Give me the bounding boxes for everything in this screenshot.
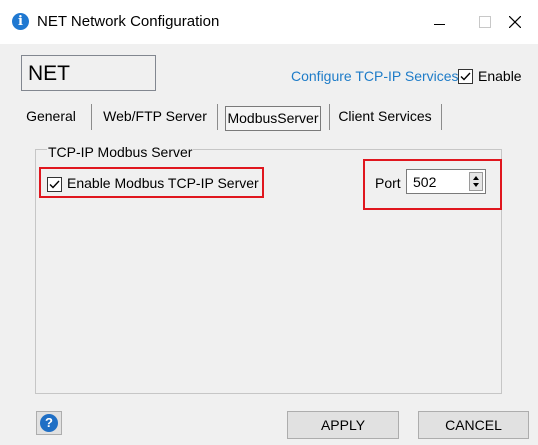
minimize-button[interactable] — [416, 0, 462, 44]
tab-modbus-server[interactable]: ModbusServer — [225, 106, 321, 131]
title-bar: i NET Network Configuration — [0, 0, 538, 44]
apply-button[interactable]: APPLY — [287, 411, 399, 439]
tab-divider — [91, 104, 92, 130]
cancel-button[interactable]: CANCEL — [418, 411, 529, 439]
highlight-box — [363, 159, 502, 210]
dialog-body: NET Configure TCP-IP Services Enable Gen… — [0, 44, 538, 445]
name-field[interactable]: NET — [21, 55, 156, 91]
help-icon: ? — [40, 414, 58, 432]
info-icon: i — [12, 13, 29, 30]
tab-bar: General Web/FTP Server ModbusServer Clie… — [0, 102, 538, 132]
checkmark-icon — [460, 72, 471, 81]
tab-client-services[interactable]: Client Services — [336, 102, 434, 132]
window-title: NET Network Configuration — [37, 13, 220, 30]
minimize-icon — [433, 23, 445, 25]
maximize-icon — [479, 16, 491, 28]
tab-divider — [441, 104, 442, 130]
tab-divider — [329, 104, 330, 130]
close-icon — [509, 16, 521, 28]
close-button[interactable] — [492, 0, 538, 44]
tab-divider — [217, 104, 218, 130]
help-button[interactable]: ? — [36, 411, 62, 435]
tab-general[interactable]: General — [21, 102, 81, 132]
configure-tcpip-link[interactable]: Configure TCP-IP Services — [291, 68, 459, 84]
group-title: TCP-IP Modbus Server — [47, 144, 194, 160]
tab-web-ftp-server[interactable]: Web/FTP Server — [100, 102, 210, 132]
highlight-box — [39, 167, 264, 198]
enable-label: Enable — [478, 68, 522, 84]
enable-checkbox[interactable] — [458, 69, 473, 84]
